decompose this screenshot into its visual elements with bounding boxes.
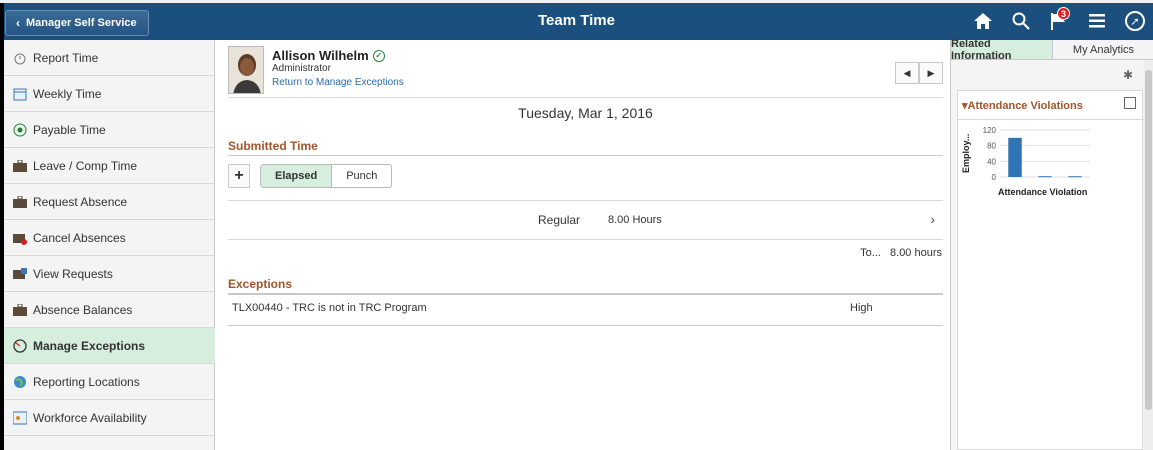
divider — [228, 155, 943, 156]
check-circle-icon: ✓ — [372, 49, 385, 62]
scroll-thumb[interactable] — [1145, 70, 1152, 410]
main-content: Allison Wilhelm ✓ Administrator Return t… — [216, 40, 950, 450]
previous-employee-button[interactable]: ◀ — [895, 62, 919, 84]
nav-item-label: Workforce Availability — [33, 410, 147, 425]
nav-item-manage-exceptions[interactable]: Manage Exceptions — [4, 328, 215, 364]
nav-item-leave-comp-time[interactable]: Leave / Comp Time — [4, 148, 215, 184]
nav-item-view-requests[interactable]: View Requests — [4, 256, 215, 292]
nav-item-label: Absence Balances — [33, 302, 133, 317]
panel-tabs: Related Information My Analytics — [951, 38, 1153, 62]
nav-item-label: Leave / Comp Time — [33, 158, 138, 173]
y-axis-label: Employ... — [961, 134, 971, 173]
expand-icon[interactable] — [1124, 97, 1136, 109]
nav-item-reporting-locations[interactable]: Reporting Locations — [4, 364, 215, 400]
plus-icon: + — [234, 167, 244, 184]
divider — [958, 119, 1144, 120]
x-axis-label: Attendance Violation — [998, 187, 1088, 197]
home-icon[interactable] — [971, 9, 995, 33]
nav-item-label: Payable Time — [33, 122, 106, 137]
briefcase-icon — [12, 302, 27, 317]
add-button[interactable]: + — [228, 164, 250, 188]
briefcase-view-icon — [12, 266, 27, 281]
nav-item-label: Cancel Absences — [33, 230, 126, 245]
menu-icon[interactable] — [1085, 9, 1109, 33]
return-link[interactable]: Return to Manage Exceptions — [272, 77, 404, 88]
chevron-right-icon: › — [930, 211, 935, 227]
total-hours: To... 8.00 hours — [860, 247, 942, 259]
workforce-icon — [12, 410, 27, 425]
bar — [1068, 176, 1082, 178]
nav-item-payable-time[interactable]: Payable Time — [4, 112, 215, 148]
triangle-left-icon: ◀ — [903, 67, 911, 78]
bar — [1008, 137, 1022, 177]
employee-pager: ◀ ▶ — [895, 62, 943, 84]
nav-item-request-absence[interactable]: Request Absence — [4, 184, 215, 220]
back-button-label: Manager Self Service — [26, 17, 137, 29]
exceptions-title: Exceptions — [228, 277, 293, 291]
nav-item-label: Report Time — [33, 50, 99, 65]
briefcase-cancel-icon — [12, 230, 27, 245]
exception-row[interactable]: TLX00440 - TRC is not in TRC Program Hig… — [228, 294, 943, 326]
attendance-violations-card: ▾Attendance Violations Employ... 0 40 80 12… — [957, 90, 1144, 450]
window-edge — [0, 3, 4, 40]
y-tick-label: 120 — [983, 126, 997, 135]
exception-text: TLX00440 - TRC is not in TRC Program — [232, 302, 427, 314]
gear-icon[interactable]: ✱ — [1123, 68, 1133, 82]
nav-item-workforce-availability[interactable]: Workforce Availability — [4, 400, 215, 436]
y-tick-label: 40 — [987, 157, 996, 166]
nav-item-label: Weekly Time — [33, 86, 102, 101]
globe-icon — [12, 374, 27, 389]
related-info-panel: Related Information My Analytics ✱ ▾Atte… — [950, 38, 1153, 450]
nav-item-label: View Requests — [33, 266, 113, 281]
submitted-time-title: Submitted Time — [228, 139, 318, 153]
back-button[interactable]: ‹ Manager Self Service — [5, 10, 149, 36]
regular-time-row[interactable]: Regular 8.00 Hours › — [228, 200, 943, 240]
regular-label: Regular — [538, 213, 581, 227]
tab-related-information[interactable]: Related Information — [951, 38, 1053, 62]
y-tick-label: 0 — [992, 173, 997, 182]
bar — [1038, 176, 1052, 178]
nav-item-cancel-absences[interactable]: Cancel Absences — [4, 220, 215, 256]
navbar-compass-icon[interactable]: ➚ — [1123, 9, 1147, 33]
calendar-icon — [12, 86, 27, 101]
nav-item-label: Reporting Locations — [33, 374, 140, 389]
employee-name: Allison Wilhelm ✓ — [272, 48, 385, 63]
flag-icon[interactable]: 3 — [1047, 7, 1071, 33]
briefcase-icon — [12, 194, 27, 209]
top-banner: ‹ Manager Self Service Team Time 3 ➚ — [0, 0, 1153, 40]
employee-role: Administrator — [272, 63, 331, 74]
punch-tab[interactable]: Punch — [332, 165, 391, 187]
card-title[interactable]: ▾Attendance Violations — [962, 99, 1083, 112]
date-display: Tuesday, Mar 1, 2016 — [518, 105, 653, 121]
y-tick-label: 80 — [987, 142, 996, 151]
payable-icon — [12, 122, 27, 137]
avatar — [228, 46, 264, 94]
nav-item-label: Request Absence — [33, 194, 128, 209]
attendance-chart: Employ... 0 40 80 120 — [961, 126, 1090, 182]
exception-severity: High — [850, 302, 873, 314]
nav-item-weekly-time[interactable]: Weekly Time — [4, 76, 215, 112]
regular-hours: 8.00 Hours — [608, 214, 662, 226]
nav-item-report-time[interactable]: Report Time — [4, 40, 215, 76]
elapsed-tab[interactable]: Elapsed — [261, 165, 333, 187]
time-view-toggle: Elapsed Punch — [260, 164, 393, 188]
briefcase-icon — [12, 158, 27, 173]
next-employee-button[interactable]: ▶ — [919, 62, 943, 84]
nav-item-label: Manage Exceptions — [33, 338, 146, 353]
triangle-right-icon: ▶ — [927, 67, 935, 78]
clock-icon — [12, 50, 27, 65]
chevron-left-icon: ‹ — [16, 16, 20, 30]
search-icon[interactable] — [1009, 9, 1033, 33]
exceptions-icon — [12, 338, 27, 353]
tab-my-analytics[interactable]: My Analytics — [1053, 40, 1153, 59]
notification-badge: 3 — [1057, 7, 1070, 20]
nav-item-absence-balances[interactable]: Absence Balances — [4, 292, 215, 328]
employee-header: Allison Wilhelm ✓ Administrator Return t… — [228, 46, 943, 98]
